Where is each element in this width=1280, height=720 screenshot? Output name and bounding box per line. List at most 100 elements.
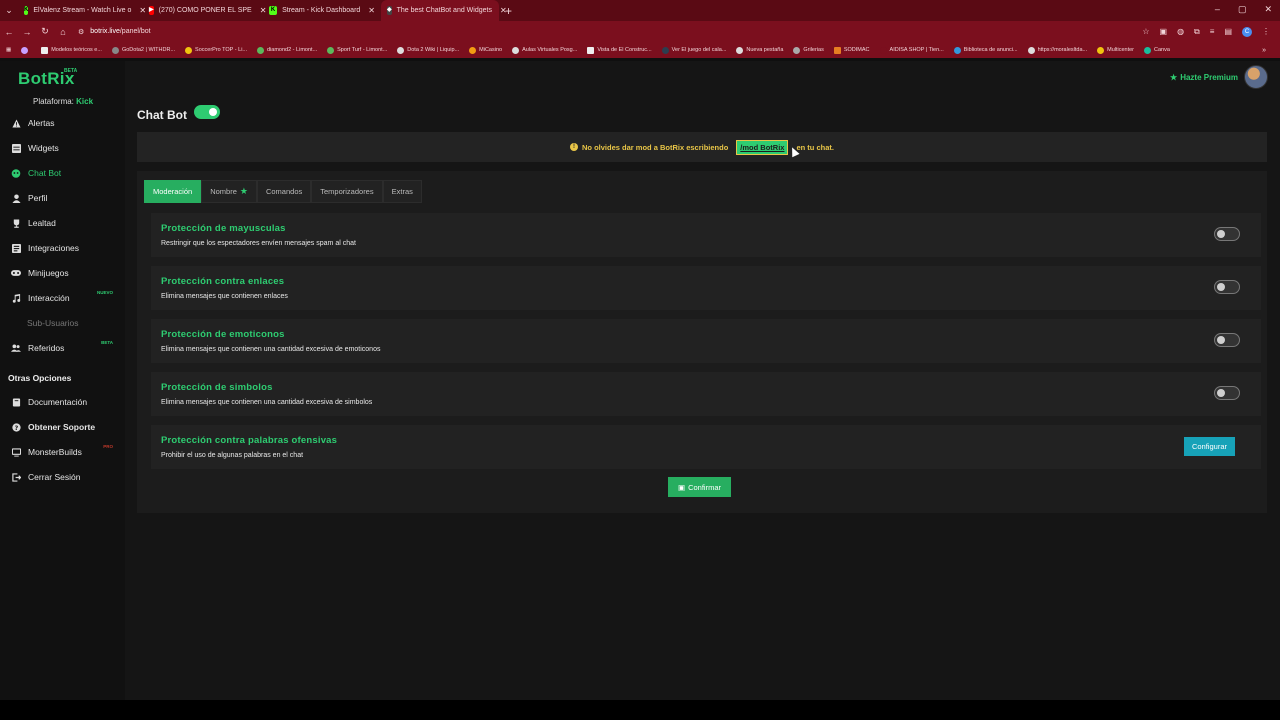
- sidebar-item-interaccion[interactable]: Interacción NUEVO: [11, 290, 121, 305]
- sidebar-item-perfil[interactable]: Perfil: [11, 191, 121, 205]
- apps-icon[interactable]: ▦: [6, 47, 11, 53]
- minimize-icon[interactable]: –: [1215, 4, 1220, 15]
- bookmark-item[interactable]: MiCasino: [469, 46, 502, 54]
- back-icon[interactable]: ←: [0, 27, 18, 37]
- media-icon[interactable]: ≡: [1210, 27, 1215, 36]
- sidebar-item-integraciones[interactable]: Integraciones: [11, 241, 121, 255]
- bookmark-label: GoDota2 | WITHDR...: [121, 47, 176, 53]
- extension-icon[interactable]: ◍: [1177, 27, 1184, 36]
- close-tab-icon[interactable]: ✕: [500, 6, 507, 15]
- bookmark-item[interactable]: Dota 2 Wiki | Liquip...: [397, 46, 459, 54]
- browser-tab[interactable]: ▶ (270) COMO PONER EL SPE ✕: [143, 0, 266, 21]
- browser-toolbar-right: ☆ ▣ ◍ ⧉ ≡ ▤ C ⋮: [1142, 26, 1270, 37]
- tab-moderacion[interactable]: Moderación: [144, 180, 202, 203]
- tab-label: Nombre: [210, 187, 237, 196]
- bookmark-item[interactable]: Grilerias: [793, 46, 824, 54]
- bookmark-item[interactable]: https://moralesltda...: [1027, 46, 1087, 54]
- sidebar-item-label: Perfil: [28, 193, 48, 203]
- sidebar-item-label: MonsterBuilds: [28, 447, 82, 457]
- sidebar-item-label: Documentación: [28, 397, 88, 407]
- bookmarks-overflow-icon[interactable]: »: [1262, 47, 1266, 54]
- bookmark-item[interactable]: diamond2 - Limont...: [257, 46, 317, 54]
- bookmark-item[interactable]: GoDota2 | WITHDR...: [111, 46, 176, 54]
- home-icon[interactable]: ⌂: [54, 27, 72, 37]
- sidebar-item-label: Lealtad: [28, 218, 56, 228]
- browser-tab-label: ElValenz Stream - Watch Live o: [33, 7, 132, 14]
- browser-tab[interactable]: K ElValenz Stream - Watch Live o ✕: [18, 0, 146, 21]
- chatbot-icon: [11, 168, 21, 178]
- maximize-icon[interactable]: ▢: [1238, 4, 1247, 15]
- sidebar-item-label: Widgets: [28, 143, 59, 153]
- tab-search-icon[interactable]: ⌄: [0, 5, 18, 16]
- caps-protection-toggle[interactable]: [1214, 227, 1240, 241]
- chat-bot-toggle[interactable]: [194, 105, 220, 119]
- close-tab-icon[interactable]: ✕: [368, 6, 375, 15]
- tab-extras[interactable]: Extras: [382, 180, 422, 203]
- extensions-puzzle-icon[interactable]: ⧉: [1194, 27, 1200, 37]
- menu-icon[interactable]: ⋮: [1262, 27, 1270, 36]
- bookmark-item[interactable]: Nueva pestaña: [736, 46, 784, 54]
- browser-tab-active[interactable]: ◆ The best ChatBot and Widgets ✕: [381, 0, 507, 21]
- bookmark-item[interactable]: SoccerPro TOP - Li...: [185, 46, 247, 54]
- platform-indicator: Plataforma: Kick: [33, 97, 93, 106]
- extension-icon[interactable]: ▣: [1160, 27, 1168, 36]
- link-protection-toggle[interactable]: [1214, 280, 1240, 294]
- tab-temporizadores[interactable]: Temporizadores: [311, 180, 383, 203]
- bookmark-favicon-icon: [41, 46, 49, 54]
- mod-command-code[interactable]: /mod BotRix: [736, 139, 789, 155]
- configure-button[interactable]: Configurar: [1183, 437, 1235, 456]
- bookmark-item[interactable]: Canva: [1144, 46, 1170, 54]
- confirm-button[interactable]: ▣ Confirmar: [668, 477, 731, 497]
- bookmark-label: Vista de El Construc...: [597, 47, 652, 53]
- bookmark-item[interactable]: SODIMAC: [833, 46, 870, 54]
- sidebar-item-lealtad[interactable]: Lealtad: [11, 216, 121, 230]
- sidebar-item-widgets[interactable]: Widgets: [11, 141, 121, 155]
- sidebar-item-chat-bot[interactable]: Chat Bot: [11, 166, 121, 180]
- browser-tab[interactable]: K Stream - Kick Dashboard ✕: [263, 0, 381, 21]
- sidebar-item-obtener-soporte[interactable]: ? Obtener Soporte: [11, 420, 121, 434]
- close-window-icon[interactable]: ✕: [1264, 4, 1272, 15]
- bookmark-star-icon[interactable]: ☆: [1142, 27, 1149, 36]
- reload-icon[interactable]: ↻: [36, 26, 54, 37]
- main-content: Chat Bot ! No olvides dar mod a BotRix e…: [137, 61, 1267, 700]
- bookmark-item[interactable]: Biblioteca de anunci...: [953, 46, 1018, 54]
- bookmark-item[interactable]: AIDISA SHOP | Tien...: [879, 46, 944, 54]
- forward-icon[interactable]: →: [18, 27, 36, 37]
- url-input[interactable]: ⚙ botrix.live/panel/bot: [78, 28, 151, 36]
- bookmark-item[interactable]: Ver El juego del cala...: [661, 46, 726, 54]
- bookmark-item[interactable]: Modelos teóricos e...: [41, 46, 102, 54]
- sidebar-item-minijuegos[interactable]: Minijuegos: [11, 266, 121, 280]
- sidebar-item-alertas[interactable]: Alertas: [11, 116, 121, 130]
- bookmark-item[interactable]: Aulas Virtuales Posg...: [512, 46, 577, 54]
- bookmark-item[interactable]: Multicenter: [1097, 46, 1134, 54]
- bookmark-favicon-icon: [111, 46, 119, 54]
- notice-text-before: No olvides dar mod a BotRix escribiendo: [582, 142, 729, 152]
- settings-tabs: Moderación Nombre ★ Comandos Temporizado…: [144, 180, 422, 203]
- tab-nombre[interactable]: Nombre ★: [201, 180, 257, 203]
- sidebar-item-monsterbuilds[interactable]: MonsterBuilds PRO: [11, 444, 121, 459]
- sidebar-item-referidos[interactable]: Referidos BETA: [11, 340, 121, 355]
- bookmark-favicon-icon: [257, 46, 264, 54]
- sidebar-item-documentacion[interactable]: Documentación: [11, 395, 121, 409]
- profile-icon[interactable]: C: [1242, 26, 1252, 37]
- sidebar-item-label: Minijuegos: [28, 268, 69, 278]
- symbol-protection-toggle[interactable]: [1214, 386, 1240, 400]
- sidebar-icon[interactable]: ▤: [1224, 27, 1232, 36]
- alert-icon: [11, 118, 21, 128]
- bookmark-item[interactable]: Vista de El Construc...: [587, 46, 652, 54]
- sidebar-item-cerrar-sesion[interactable]: Cerrar Sesión: [11, 470, 121, 484]
- bookmark-item[interactable]: [21, 46, 31, 54]
- browser-tab-label: Stream - Kick Dashboard: [282, 7, 361, 14]
- sidebar-item-label: Interacción: [28, 293, 70, 303]
- emote-protection-toggle[interactable]: [1214, 333, 1240, 347]
- bookmark-label: Nueva pestaña: [746, 47, 784, 53]
- site-info-icon[interactable]: ⚙: [78, 28, 84, 36]
- sidebar-item-sub-usuarios[interactable]: Sub-Usuarios: [27, 316, 137, 330]
- logout-icon: [11, 472, 21, 482]
- bookmark-item[interactable]: Sport Turf - Limont...: [327, 46, 387, 54]
- mod-reminder-notice: ! No olvides dar mod a BotRix escribiend…: [137, 132, 1267, 162]
- page-title: Chat Bot: [137, 108, 187, 122]
- platform-label: Plataforma:: [33, 97, 74, 106]
- tab-comandos[interactable]: Comandos: [256, 180, 312, 203]
- setting-row-symbol-protection: Protección de simbolos Elimina mensajes …: [151, 372, 1261, 416]
